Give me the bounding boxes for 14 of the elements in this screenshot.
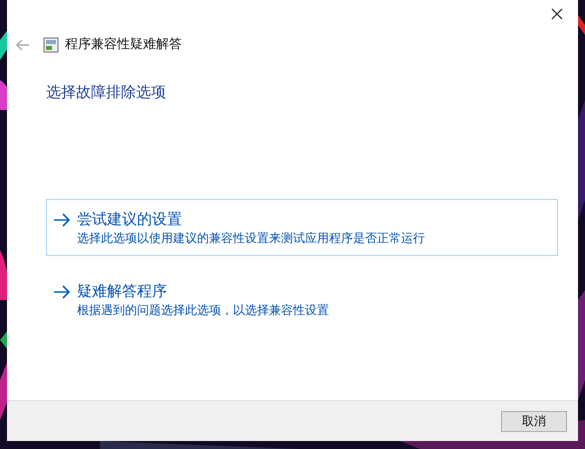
close-icon: [551, 8, 563, 20]
page-heading: 选择故障排除选项: [46, 82, 166, 103]
window-title: 程序兼容性疑难解答: [65, 36, 182, 54]
cancel-button[interactable]: 取消: [501, 410, 567, 432]
option-title: 疑难解答程序: [77, 280, 168, 302]
arrow-icon: [53, 212, 71, 226]
option-description: 选择此选项以使用建议的兼容性设置来测试应用程序是否正常运行: [77, 230, 425, 246]
arrow-icon: [53, 284, 71, 298]
back-arrow-icon: [16, 39, 30, 51]
option-link[interactable]: 尝试建议的设置 选择此选项以使用建议的兼容性设置来测试应用程序是否正常运行: [46, 198, 558, 256]
option-description: 根据遇到的问题选择此选项，以选择兼容性设置: [77, 302, 329, 318]
option-title: 尝试建议的设置: [77, 208, 183, 230]
troubleshooter-icon: [43, 37, 59, 53]
option-link[interactable]: 疑难解答程序 根据遇到的问题选择此选项，以选择兼容性设置: [46, 270, 558, 328]
